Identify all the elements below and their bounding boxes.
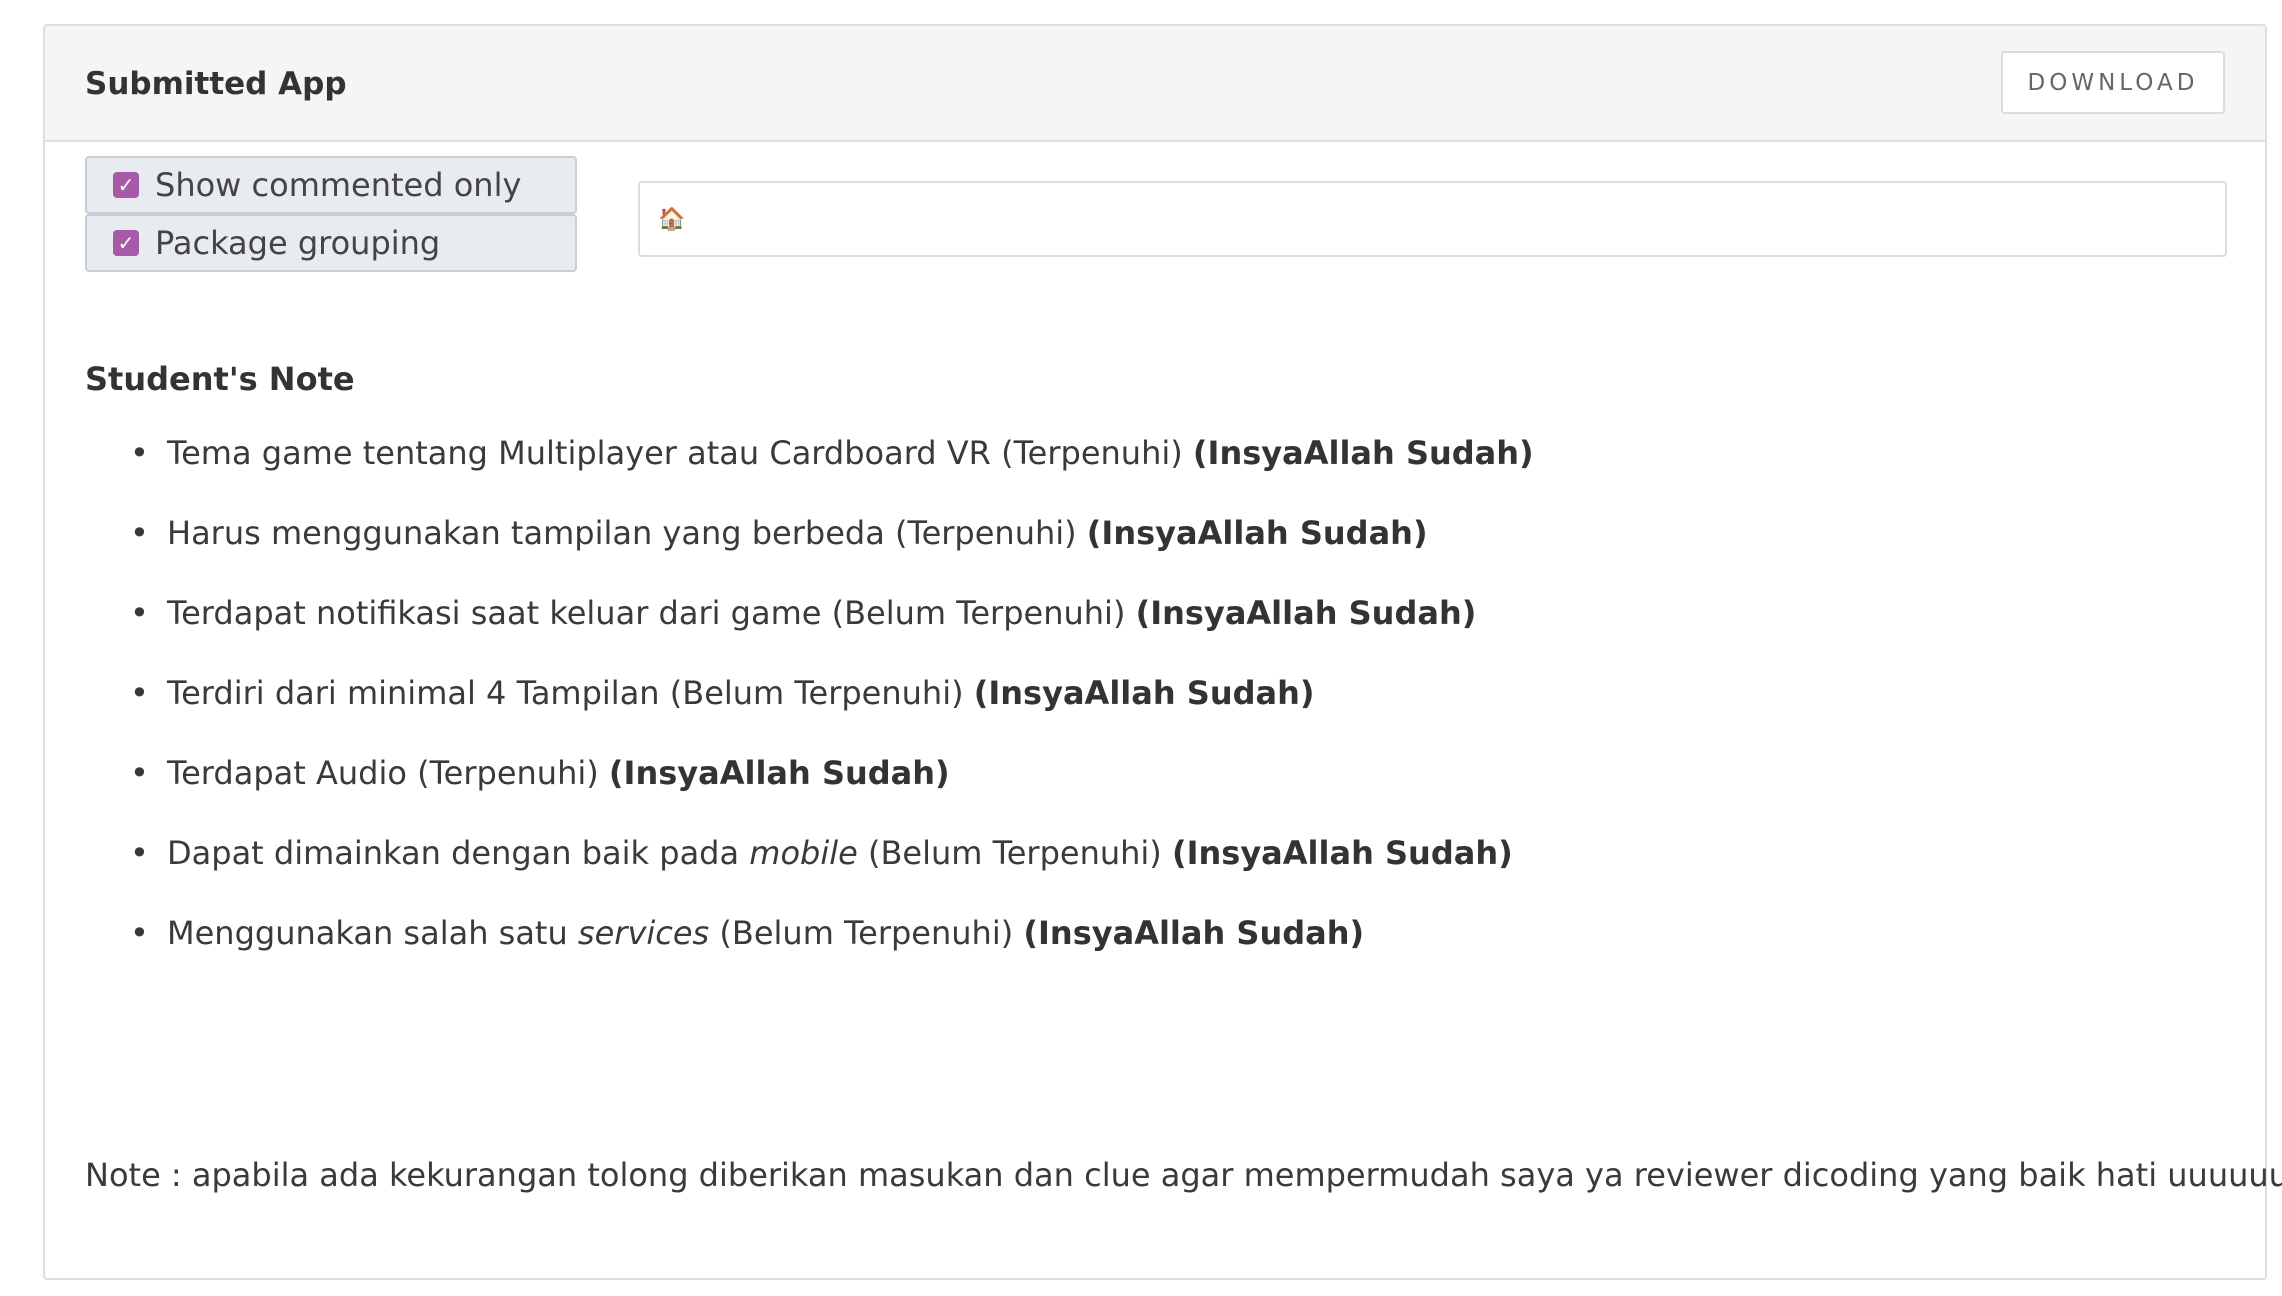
package-grouping-toggle[interactable]: ✓ Package grouping [85,214,577,272]
student-note-heading: Student's Note [85,360,355,398]
show-commented-only-toggle[interactable]: ✓ Show commented only [85,156,577,214]
show-commented-only-label: Show commented only [155,166,522,204]
note-item-status: (InsyaAllah Sudah) [973,674,1315,712]
note-list-item: • Harus menggunakan tampilan yang berbeda… [85,514,1534,594]
note-list-item: • Terdapat notifikasi saat keluar dari ga… [85,594,1534,674]
note-item-text: Terdiri dari minimal 4 Tampilan (Belum T… [167,674,974,712]
student-note-list: • Tema game tentang Multiplayer atau Card… [85,434,1534,994]
bullet-icon: • [130,594,149,632]
bullet-icon: • [130,914,149,952]
note-item-status: (InsyaAllah Sudah) [1135,594,1477,632]
note-item-text: Dapat dimainkan dengan baik pada [167,834,750,872]
note-item-text: Terdapat Audio (Terpenuhi) [167,754,609,792]
note-item-text: Terdapat notifikasi saat keluar dari gam… [167,594,1136,632]
note-item-text-after: (Belum Terpenuhi) [857,834,1172,872]
checkbox-checked-icon[interactable]: ✓ [113,230,139,256]
note-list-item: • Terdapat Audio (Terpenuhi) (InsyaAllah … [85,754,1534,834]
note-item-emphasis: mobile [749,834,858,872]
note-list-item: • Menggunakan salah satu services (Belum … [85,914,1534,994]
file-path-breadcrumb[interactable]: 🏠 [638,181,2227,257]
bullet-icon: • [130,834,149,872]
note-item-status: (InsyaAllah Sudah) [1192,434,1534,472]
footer-note: Note : apabila ada kekurangan tolong dib… [85,1156,2282,1194]
download-button[interactable]: DOWNLOAD [2001,51,2225,114]
home-icon[interactable]: 🏠 [658,207,685,232]
package-grouping-label: Package grouping [155,224,441,262]
note-list-item: • Terdiri dari minimal 4 Tampilan (Belum … [85,674,1534,754]
note-list-item: • Tema game tentang Multiplayer atau Card… [85,434,1534,514]
note-item-status: (InsyaAllah Sudah) [1086,514,1428,552]
note-item-status: (InsyaAllah Sudah) [1171,834,1513,872]
bullet-icon: • [130,674,149,712]
bullet-icon: • [130,514,149,552]
note-list-item: • Dapat dimainkan dengan baik pada mobile… [85,834,1534,914]
bullet-icon: • [130,754,149,792]
note-item-text: Tema game tentang Multiplayer atau Cardb… [167,434,1193,472]
note-item-status: (InsyaAllah Sudah) [608,754,950,792]
card-title: Submitted App [85,66,347,102]
checkbox-checked-icon[interactable]: ✓ [113,172,139,198]
note-item-emphasis: services [577,914,710,952]
submitted-app-card: Submitted App DOWNLOAD ✓ Show commented … [43,24,2282,1280]
bullet-icon: • [130,434,149,472]
card-header: Submitted App DOWNLOAD [45,26,2265,142]
note-item-text: Menggunakan salah satu [167,914,578,952]
note-item-status: (InsyaAllah Sudah) [1023,914,1365,952]
note-item-text-after: (Belum Terpenuhi) [709,914,1024,952]
note-item-text: Harus menggunakan tampilan yang berbeda … [167,514,1087,552]
